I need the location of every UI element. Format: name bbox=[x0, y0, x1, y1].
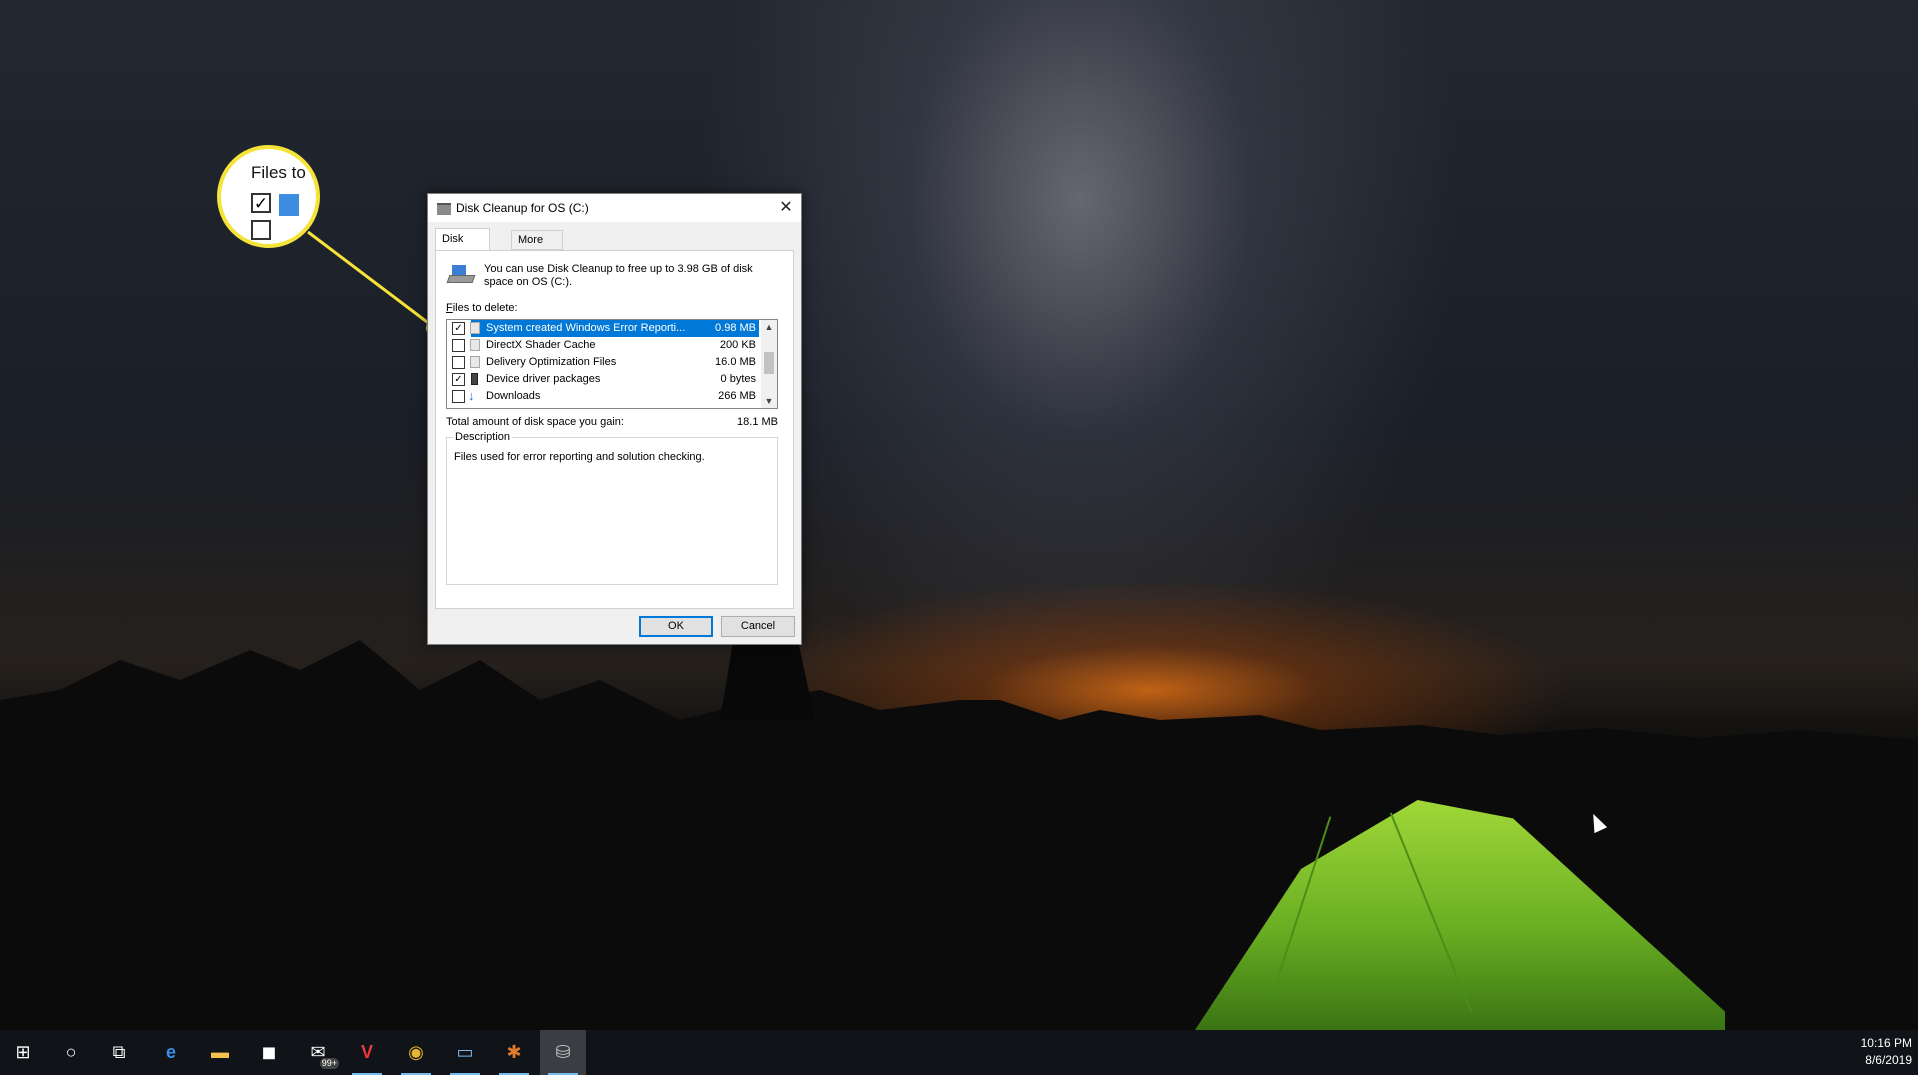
item-name: DirectX Shader Cache bbox=[486, 339, 596, 351]
cortana-search-icon[interactable]: ○ bbox=[48, 1030, 94, 1075]
total-space-value: 18.1 MB bbox=[737, 416, 778, 428]
disk-cleanup-icon[interactable]: ⛁ bbox=[540, 1030, 586, 1075]
window-title: Disk Cleanup for OS (C:) bbox=[456, 201, 589, 215]
edge-browser-icon[interactable]: e bbox=[148, 1030, 194, 1075]
list-item[interactable]: ✓ Device driver packages 0 bytes bbox=[447, 371, 760, 388]
file-icon bbox=[470, 339, 480, 351]
list-item[interactable]: DirectX Shader Cache 200 KB bbox=[447, 337, 760, 354]
clock-time: 10:16 PM bbox=[1860, 1036, 1912, 1050]
taskbar: ⊞ ○ ⧉ e ▬ ◼ ✉ 99+ V ◉ ▭ ✱ ⛁ 10:16 PM 8/6… bbox=[0, 1030, 1918, 1075]
app-icon[interactable]: ✱ bbox=[491, 1030, 537, 1075]
driver-icon bbox=[471, 373, 478, 385]
callout-magnifier: Files to ✓ bbox=[217, 145, 320, 248]
disk-cleanup-icon bbox=[437, 203, 451, 215]
callout-title: Files to bbox=[251, 163, 306, 182]
system-clock[interactable]: 10:16 PM 8/6/2019 bbox=[1861, 1035, 1912, 1069]
item-checkbox[interactable]: ✓ bbox=[452, 322, 465, 335]
item-checkbox[interactable] bbox=[452, 356, 465, 369]
ok-button[interactable]: OK bbox=[639, 616, 713, 637]
list-item[interactable]: ↓ Downloads 266 MB bbox=[447, 388, 760, 405]
chrome-icon[interactable]: ◉ bbox=[393, 1030, 439, 1075]
item-name: System created Windows Error Reporti... bbox=[486, 322, 686, 334]
scroll-down-arrow-icon[interactable]: ▼ bbox=[761, 396, 777, 406]
tab-disk-cleanup[interactable]: Disk Cleanup bbox=[435, 228, 490, 265]
files-label-accesskey: F bbox=[446, 302, 453, 314]
file-explorer-icon[interactable]: ▬ bbox=[197, 1030, 243, 1075]
files-list[interactable]: ✓ System created Windows Error Reporti..… bbox=[446, 319, 778, 409]
item-checkbox[interactable] bbox=[452, 390, 465, 403]
item-checkbox[interactable]: ✓ bbox=[452, 373, 465, 386]
item-name: Downloads bbox=[486, 390, 541, 402]
list-scrollbar[interactable]: ▲ ▼ bbox=[761, 320, 777, 408]
item-checkbox[interactable] bbox=[452, 339, 465, 352]
remote-desktop-icon[interactable]: ▭ bbox=[442, 1030, 488, 1075]
callout-file-icon bbox=[279, 194, 299, 216]
list-item[interactable]: Delivery Optimization Files 16.0 MB bbox=[447, 354, 760, 371]
callout-checkbox-checked: ✓ bbox=[251, 193, 271, 213]
intro-text: You can use Disk Cleanup to free up to 3… bbox=[484, 263, 753, 288]
clock-date: 8/6/2019 bbox=[1865, 1053, 1912, 1067]
files-to-delete-label: Files to delete: bbox=[446, 302, 518, 314]
tab-more-options[interactable]: More Options bbox=[511, 230, 563, 264]
start-windows-icon[interactable]: ⊞ bbox=[0, 1030, 46, 1075]
file-icon bbox=[470, 322, 480, 334]
title-bar[interactable]: Disk Cleanup for OS (C:) ✕ bbox=[428, 194, 801, 222]
task-view-icon[interactable]: ⧉ bbox=[96, 1030, 142, 1075]
store-icon[interactable]: ◼ bbox=[246, 1030, 292, 1075]
description-text: Files used for error reporting and solut… bbox=[454, 451, 705, 463]
item-size: 200 KB bbox=[719, 339, 756, 351]
vivaldi-icon[interactable]: V bbox=[344, 1030, 390, 1075]
description-group: Description Files used for error reporti… bbox=[446, 431, 778, 585]
files-label-rest: iles to delete: bbox=[452, 302, 518, 314]
item-size: 16.0 MB bbox=[715, 356, 756, 368]
scroll-up-arrow-icon[interactable]: ▲ bbox=[761, 322, 777, 332]
callout-checkbox-unchecked bbox=[251, 220, 271, 240]
item-size: 0.98 MB bbox=[715, 322, 756, 334]
scroll-thumb[interactable] bbox=[764, 352, 774, 374]
mail-badge: 99+ bbox=[319, 1058, 339, 1069]
description-legend: Description bbox=[453, 431, 513, 443]
item-size: 0 bytes bbox=[720, 373, 756, 385]
download-arrow-icon: ↓ bbox=[468, 388, 475, 403]
drive-icon bbox=[446, 265, 476, 283]
item-name: Delivery Optimization Files bbox=[486, 356, 617, 368]
total-space-label: Total amount of disk space you gain: bbox=[446, 416, 624, 428]
mouse-cursor-icon bbox=[1586, 810, 1608, 834]
file-icon bbox=[470, 356, 480, 368]
list-item[interactable]: ✓ System created Windows Error Reporti..… bbox=[447, 320, 760, 337]
close-button[interactable]: ✕ bbox=[771, 194, 801, 222]
disk-cleanup-dialog: Disk Cleanup for OS (C:) ✕ Disk Cleanup … bbox=[427, 193, 802, 645]
item-size: 266 MB bbox=[718, 390, 756, 402]
tent-image bbox=[1195, 800, 1725, 1030]
tab-panel: You can use Disk Cleanup to free up to 3… bbox=[435, 250, 794, 609]
item-name: Device driver packages bbox=[486, 373, 601, 385]
cancel-button[interactable]: Cancel bbox=[721, 616, 795, 637]
mail-app[interactable]: ✉ 99+ bbox=[295, 1030, 341, 1075]
